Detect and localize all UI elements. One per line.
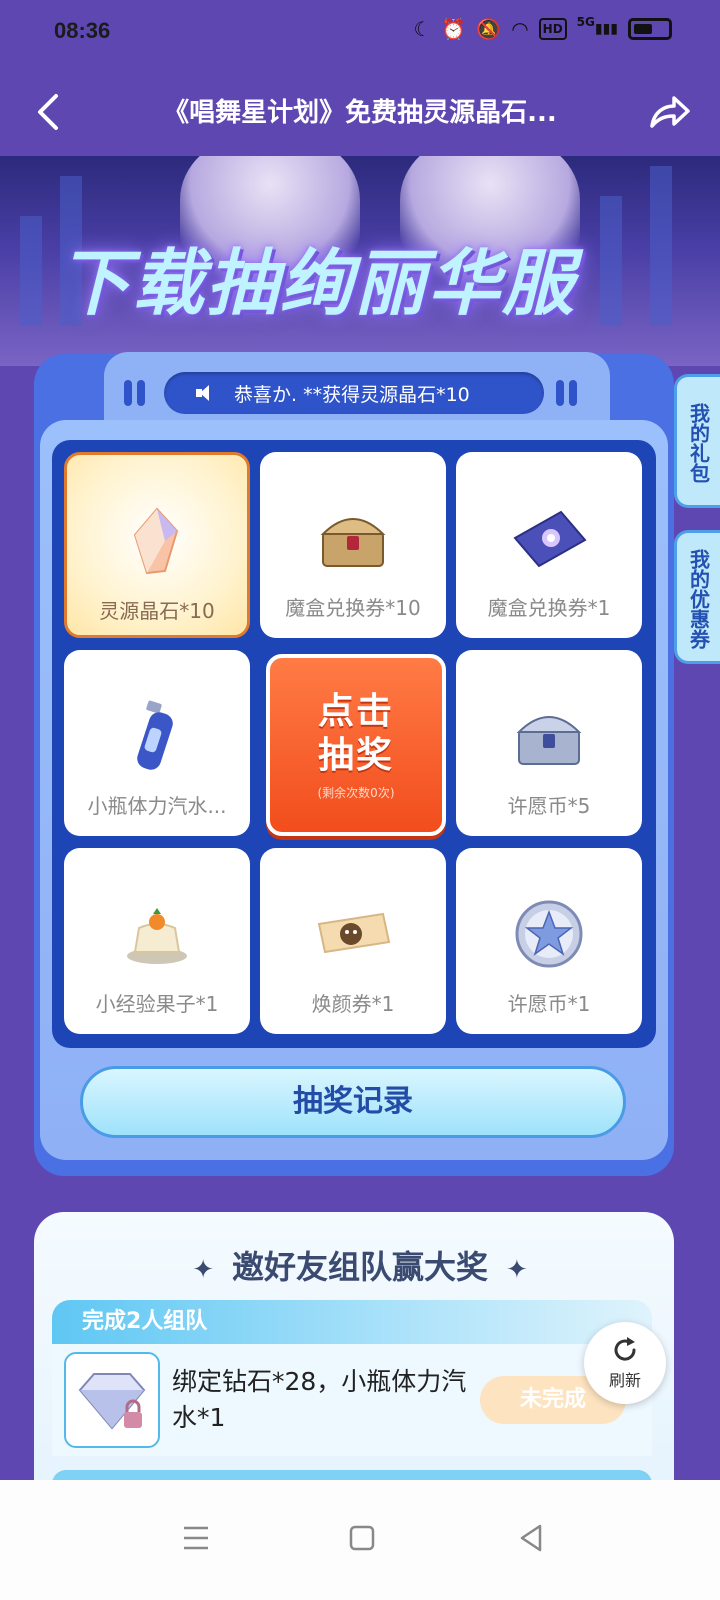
my-coupon-tab-label: 我的优惠券 — [686, 549, 711, 649]
prize-label: 灵源晶石*10 — [99, 599, 215, 623]
page-title: 《唱舞星计划》免费抽灵源晶石... — [163, 98, 557, 128]
promo-banner: 下载抽绚丽华服 — [0, 156, 720, 366]
banner-building — [650, 166, 672, 326]
my-gift-tab-label: 我的礼包 — [686, 403, 711, 483]
my-gift-tab[interactable]: 我的礼包 — [674, 374, 720, 508]
menu-icon — [184, 1526, 208, 1550]
my-coupon-tab[interactable]: 我的优惠券 — [674, 530, 720, 664]
prize-label: 许愿币*5 — [507, 794, 591, 818]
star-coin-icon — [509, 894, 589, 974]
prize-cell: 小经验果子*1 — [64, 848, 250, 1034]
share-icon — [650, 96, 690, 128]
back-button[interactable] — [30, 90, 70, 134]
sparkle-icon: ✦ — [506, 1255, 528, 1285]
ticket-card-icon — [509, 498, 589, 578]
moon-icon: ☾ — [413, 17, 432, 41]
banner-building — [20, 216, 42, 326]
sparkle-icon: ✦ — [192, 1255, 214, 1285]
mute-bell-icon: 🔕 — [476, 17, 502, 41]
panel-decoration-left — [124, 380, 145, 406]
prize-cell: 许愿币*1 — [456, 848, 642, 1034]
app-header: 《唱舞星计划》免费抽灵源晶石... — [0, 66, 720, 156]
prize-cell: 焕颜券*1 — [260, 848, 446, 1034]
prize-cell: 魔盒兑换券*1 — [456, 452, 642, 638]
share-button[interactable] — [646, 90, 692, 134]
banner-title: 下载抽绚丽华服 — [58, 241, 577, 325]
prize-cell: 许愿币*5 — [456, 650, 642, 836]
refresh-label: 刷新 — [608, 1371, 641, 1390]
soda-bottle-icon — [117, 696, 197, 776]
prize-label: 魔盒兑换券*10 — [285, 596, 421, 620]
back-arrow-icon — [38, 94, 58, 130]
face-ticket-icon — [313, 894, 393, 974]
team-section-title: ✦ 邀好友组队赢大奖 ✦ — [192, 1248, 528, 1286]
prize-cell: 灵源晶石*10 — [64, 452, 250, 638]
task-reward-text: 绑定钻石*28，小瓶体力汽水*1 — [172, 1367, 467, 1432]
prize-cell: 小瓶体力汽水... — [64, 650, 250, 836]
status-icons: ☾ ⏰ 🔕 ◠ HD 5G▮▮▮ — [413, 16, 672, 42]
crystal-icon — [117, 501, 197, 581]
back-triangle-icon — [520, 1524, 542, 1552]
draw-button[interactable]: 点击抽奖 (剩余次数0次) — [266, 654, 446, 836]
ticker-text: 恭喜か. **获得灵源晶石*10 — [234, 383, 470, 406]
panel-decoration-right — [556, 380, 577, 406]
refresh-icon — [614, 1337, 636, 1361]
hd-badge: HD — [538, 18, 567, 40]
menu-nav-button[interactable] — [176, 1518, 216, 1558]
draw-remaining-count: (剩余次数0次) — [317, 785, 395, 800]
prize-label: 小经验果子*1 — [95, 992, 219, 1016]
pudding-icon — [117, 894, 197, 974]
prize-label: 魔盒兑换券*1 — [487, 596, 611, 620]
signal-icon: 5G▮▮▮ — [576, 15, 618, 37]
wifi-icon: ◠ — [511, 17, 529, 41]
battery-icon — [628, 18, 672, 40]
back-nav-button[interactable] — [512, 1518, 552, 1558]
alarm-icon: ⏰ — [441, 17, 467, 41]
speaker-icon — [196, 384, 214, 402]
status-time: 08:36 — [54, 18, 111, 43]
task-header: 完成2人组队 — [52, 1300, 652, 1344]
status-bar: 08:36 ☾ ⏰ 🔕 ◠ HD 5G▮▮▮ — [0, 0, 720, 66]
gold-chest-icon — [313, 498, 393, 578]
prize-label: 许愿币*1 — [507, 992, 591, 1016]
winner-ticker: 恭喜か. **获得灵源晶石*10 — [164, 372, 544, 414]
draw-record-button[interactable]: 抽奖记录 — [80, 1066, 626, 1138]
diamond-reward-icon — [64, 1352, 160, 1448]
refresh-button[interactable]: 刷新 — [584, 1322, 666, 1404]
silver-chest-icon — [509, 696, 589, 776]
prize-cell: 魔盒兑换券*10 — [260, 452, 446, 638]
draw-button-label: 点击抽奖 — [317, 690, 394, 776]
system-nav-bar — [0, 1480, 720, 1600]
prize-label: 小瓶体力汽水... — [87, 794, 227, 818]
banner-building — [600, 196, 622, 326]
home-nav-button[interactable] — [342, 1518, 382, 1558]
home-square-icon — [349, 1525, 375, 1551]
prize-label: 焕颜券*1 — [311, 992, 395, 1016]
